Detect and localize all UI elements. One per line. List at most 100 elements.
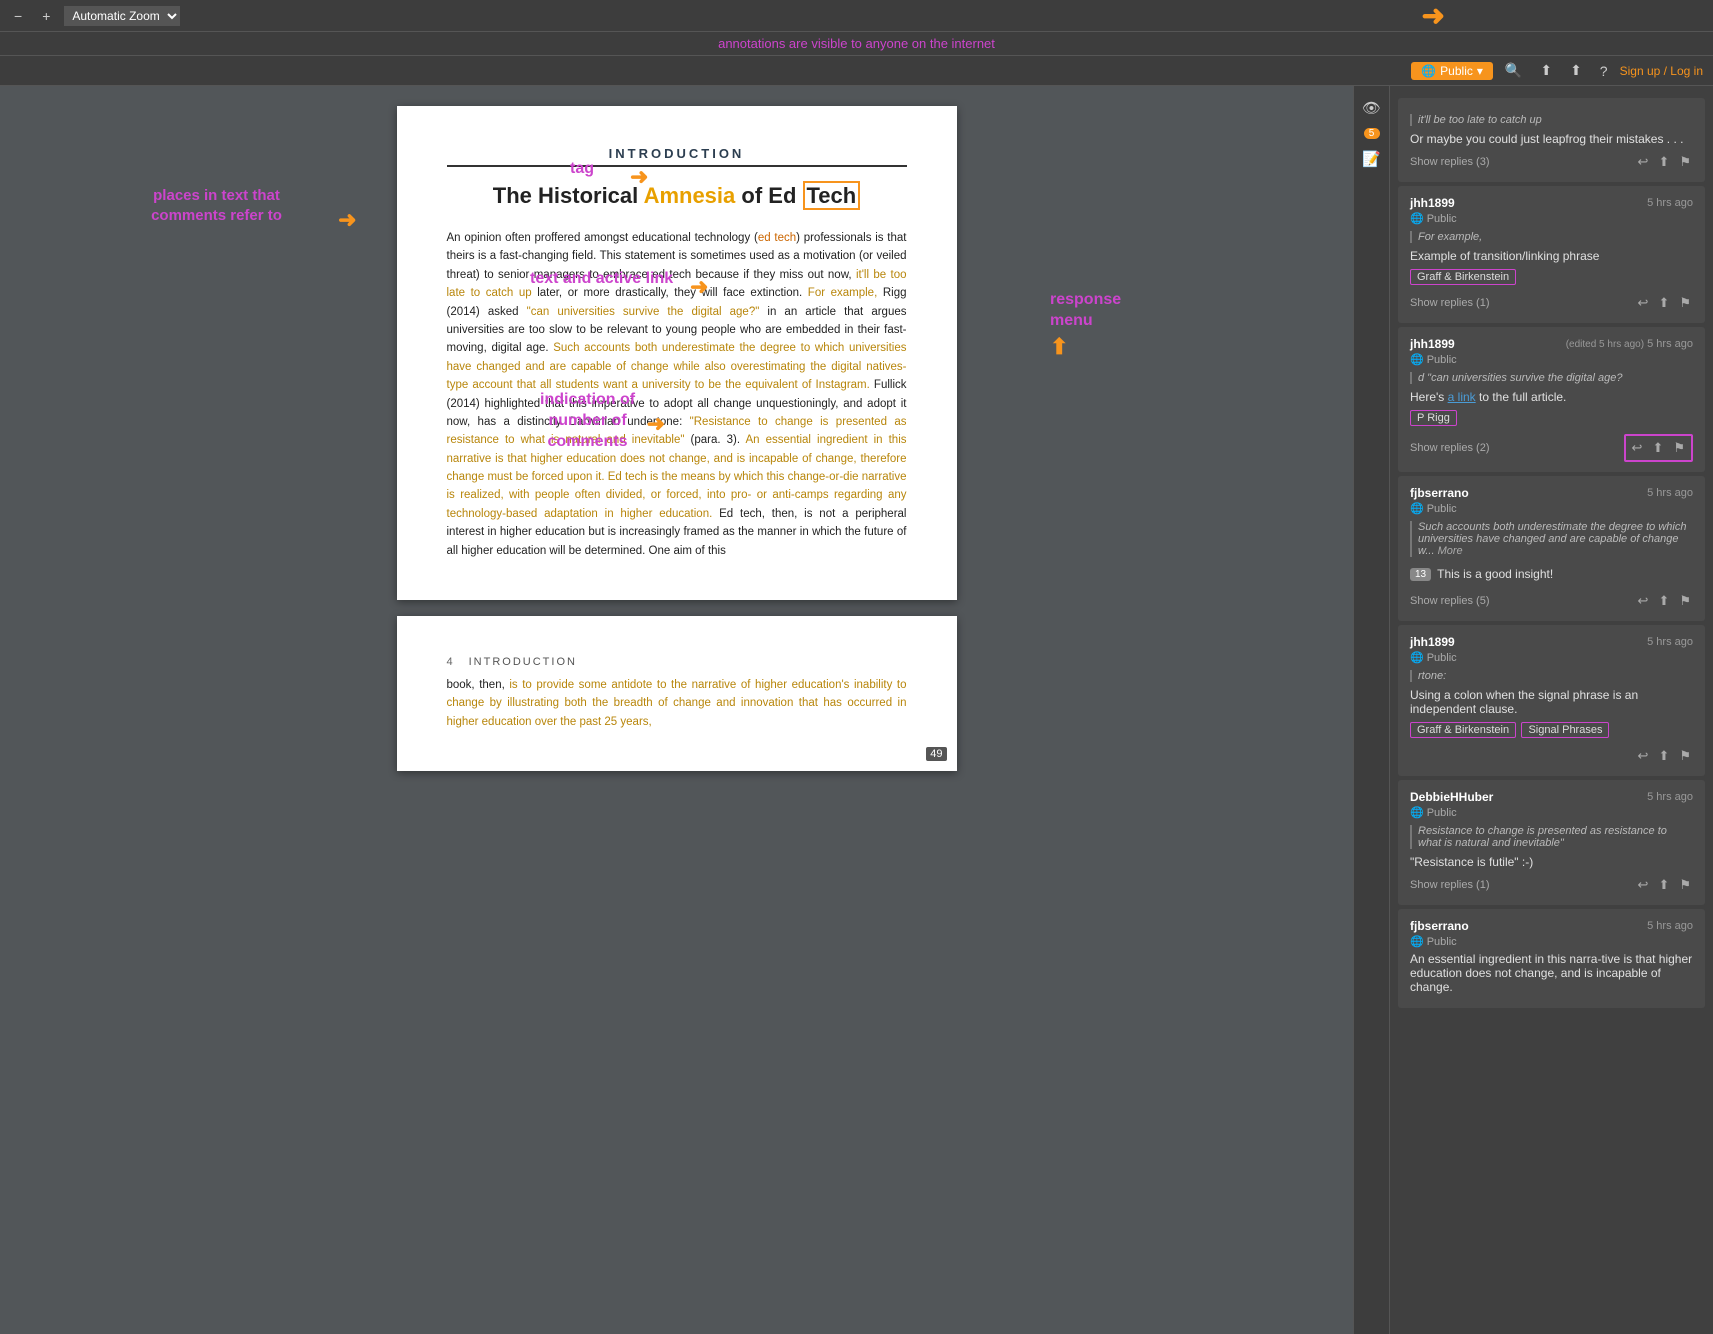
ann1-action-buttons: ↩ ⬆ ⚑ [1636, 152, 1693, 172]
ann1-body: Or maybe you could just leapfrog their m… [1410, 132, 1693, 146]
public-dropdown-button[interactable]: 🌐 Public ▾ [1411, 62, 1493, 80]
digital-age-highlight: "can universities survive the digital ag… [527, 306, 760, 318]
main-layout: places in text thatcomments refer to ➜ I… [0, 86, 1713, 1334]
show-replies-button-4[interactable]: Show replies (5) [1410, 595, 1489, 607]
ann7-body: An essential ingredient in this narra-ti… [1410, 952, 1693, 994]
flag-btn-1[interactable]: ⚑ [1677, 152, 1693, 172]
globe-icon-4: 🌐 [1410, 502, 1424, 515]
num-badge-13: 13 [1410, 568, 1431, 581]
ann7-public: 🌐 Public [1410, 935, 1693, 948]
reply-btn-1[interactable]: ↩ [1636, 152, 1651, 172]
ann3-link[interactable]: a link [1448, 390, 1476, 404]
ann1-quote: it'll be too late to catch up [1410, 114, 1693, 126]
ann5-quote: rtone: [1410, 670, 1693, 682]
share-btn-5[interactable]: ⬆ [1656, 746, 1671, 766]
for-example-highlight: For example, [808, 287, 877, 299]
ann3-time: (edited 5 hrs ago) 5 hrs ago [1566, 338, 1693, 350]
ann5-tags: Graff & Birkenstein Signal Phrases [1410, 720, 1693, 740]
pdf-area[interactable]: places in text thatcomments refer to ➜ I… [0, 86, 1353, 1334]
ann6-action-buttons: ↩ ⬆ ⚑ [1636, 875, 1693, 895]
ann4-user: fjbserrano [1410, 486, 1469, 500]
ann2-actions: Show replies (1) ↩ ⬆ ⚑ [1410, 293, 1693, 313]
hypothesis-topbar: 🌐 Public ▾ 🔍 ⬆ ⬆ ? Sign up / Log in [0, 56, 1713, 86]
ann4-header: fjbserrano 5 hrs ago [1410, 486, 1693, 500]
ann5-public-label: Public [1427, 652, 1457, 664]
ann3-public: 🌐 Public [1410, 353, 1693, 366]
flag-btn-2[interactable]: ⚑ [1677, 293, 1693, 313]
ann2-tags: Graff & Birkenstein [1410, 267, 1693, 287]
ann3-tags: P Rigg [1410, 408, 1693, 428]
annotation-card-2: jhh1899 5 hrs ago 🌐 Public For example, … [1398, 186, 1705, 323]
show-replies-button-3[interactable]: Show replies (2) [1410, 442, 1489, 454]
zoom-out-button[interactable]: − [8, 6, 28, 26]
ann4-public: 🌐 Public [1410, 502, 1693, 515]
annotation-count-badge: 5 [1364, 128, 1380, 139]
reply-btn-4[interactable]: ↩ [1636, 591, 1651, 611]
accounts-highlight: Such accounts both underestimate the deg… [447, 342, 907, 391]
share-btn-2[interactable]: ⬆ [1656, 293, 1671, 313]
ann5-action-buttons: ↩ ⬆ ⚑ [1636, 746, 1693, 766]
top-arrow-indicator: ➜ [1422, 0, 1445, 32]
annotation-visibility-text: annotations are visible to anyone on the… [718, 36, 995, 51]
flag-btn-6[interactable]: ⚑ [1677, 875, 1693, 895]
note-icon-btn[interactable]: 📝 [1358, 145, 1386, 173]
title-start: The Historical [493, 183, 644, 208]
reply-btn-2[interactable]: ↩ [1636, 293, 1651, 313]
upload-icon-btn[interactable]: ⬆ [1564, 60, 1588, 81]
annotation-list[interactable]: it'll be too late to catch up Or maybe y… [1390, 86, 1713, 1334]
ann7-public-label: Public [1427, 936, 1457, 948]
page-2-container: 4 INTRODUCTION book, then, is to provide… [397, 616, 957, 771]
show-replies-button-6[interactable]: Show replies (1) [1410, 879, 1489, 891]
share-btn-1[interactable]: ⬆ [1656, 152, 1671, 172]
annotation-card-1: it'll be too late to catch up Or maybe y… [1398, 98, 1705, 182]
ann5-body: Using a colon when the signal phrase is … [1410, 688, 1693, 716]
flag-btn-4[interactable]: ⚑ [1677, 591, 1693, 611]
ann4-actions: Show replies (5) ↩ ⬆ ⚑ [1410, 591, 1693, 611]
show-replies-button-1[interactable]: Show replies (3) [1410, 156, 1489, 168]
ann4-public-label: Public [1427, 503, 1457, 515]
eye-icon-btn[interactable]: 👁 [1358, 94, 1386, 122]
share-btn-4[interactable]: ⬆ [1656, 591, 1671, 611]
ann2-user: jhh1899 [1410, 196, 1455, 210]
ann4-action-buttons: ↩ ⬆ ⚑ [1636, 591, 1693, 611]
ann3-user: jhh1899 [1410, 337, 1455, 351]
ann5-time: 5 hrs ago [1647, 636, 1693, 648]
ann5-public: 🌐 Public [1410, 651, 1693, 664]
ann6-header: DebbieHHuber 5 hrs ago [1410, 790, 1693, 804]
show-replies-button-2[interactable]: Show replies (1) [1410, 297, 1489, 309]
ann5-tag-1[interactable]: Graff & Birkenstein [1410, 722, 1516, 738]
zoom-in-button[interactable]: + [36, 6, 56, 26]
reply-btn-3[interactable]: ↩ [1630, 438, 1645, 458]
share-icon-btn[interactable]: ⬆ [1534, 60, 1558, 81]
ann4-quote: Such accounts both underestimate the deg… [1410, 521, 1693, 557]
ann6-time: 5 hrs ago [1647, 791, 1693, 803]
ann2-body: Example of transition/linking phrase [1410, 249, 1693, 263]
share-btn-3[interactable]: ⬆ [1650, 438, 1665, 458]
flag-btn-3[interactable]: ⚑ [1671, 438, 1687, 458]
ann2-tag-1[interactable]: Graff & Birkenstein [1410, 269, 1516, 285]
ann5-no-replies: – [1410, 750, 1416, 762]
toolbar-strip: 👁 5 📝 [1354, 86, 1390, 1334]
zoom-select[interactable]: Automatic Zoom 50% 75% 100% [64, 6, 180, 26]
viewer-toolbar: − + Automatic Zoom 50% 75% 100% ➜ [0, 0, 1713, 32]
reply-btn-5[interactable]: ↩ [1636, 746, 1651, 766]
globe-icon-5: 🌐 [1410, 651, 1424, 664]
reply-btn-6[interactable]: ↩ [1636, 875, 1651, 895]
signup-login-link[interactable]: Sign up / Log in [1620, 64, 1703, 78]
help-icon-btn[interactable]: ? [1594, 61, 1614, 81]
page-1-container: places in text thatcomments refer to ➜ I… [397, 106, 957, 600]
flag-btn-5[interactable]: ⚑ [1677, 746, 1693, 766]
ann6-public-label: Public [1427, 807, 1457, 819]
ann3-tag-1[interactable]: P Rigg [1410, 410, 1457, 426]
annotation-card-3: jhh1899 (edited 5 hrs ago) 5 hrs ago 🌐 P… [1398, 327, 1705, 472]
share-btn-6[interactable]: ⬆ [1656, 875, 1671, 895]
search-icon-btn[interactable]: 🔍 [1499, 60, 1528, 81]
chevron-down-icon: ▾ [1477, 64, 1483, 78]
sidebar: 👁 5 📝 it'll be too late to catch up Or m… [1353, 86, 1713, 1334]
ann5-tag-2[interactable]: Signal Phrases [1521, 722, 1609, 738]
ann3-action-buttons-highlighted: ↩ ⬆ ⚑ [1624, 434, 1693, 462]
page2-num: 4 [447, 656, 453, 668]
page2-body: book, then, is to provide some antidote … [447, 676, 907, 731]
ann1-actions: Show replies (3) ↩ ⬆ ⚑ [1410, 152, 1693, 172]
edtech-highlight: ed tech [758, 232, 796, 244]
